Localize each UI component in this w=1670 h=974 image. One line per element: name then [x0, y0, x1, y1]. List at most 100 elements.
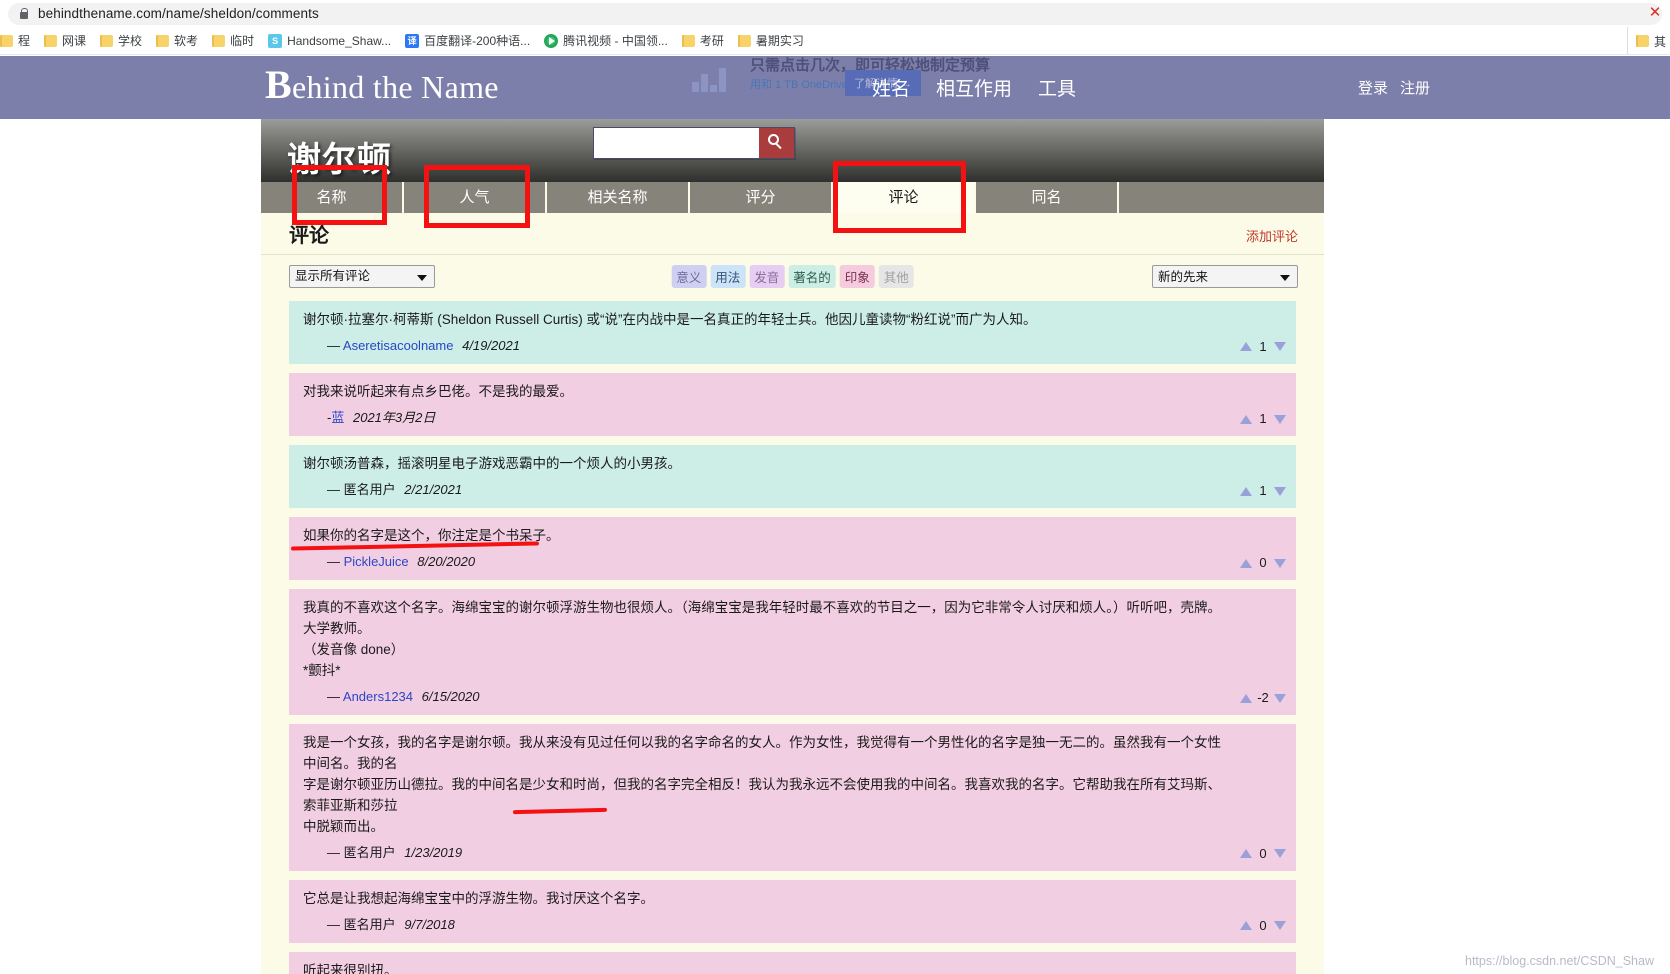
bookmark-label: 百度翻译-200种语... — [424, 34, 531, 48]
comment-text: 对我来说听起来有点乡巴佬。不是我的最爱。 — [303, 384, 573, 400]
ad-chart-icon — [690, 62, 738, 92]
page-viewport: 只需点击几次，即可轻松地制定预算 用和 1 TB OneDrive 云存储空间 … — [0, 56, 1670, 974]
comment-text: 如果你的名字是这个，你注定是个书呆子。 — [303, 528, 560, 544]
bookmark-item[interactable]: 临时 — [205, 29, 261, 53]
site-logo-text: ehind the Name — [291, 69, 499, 105]
downvote-icon[interactable] — [1274, 693, 1286, 703]
tab-namesakes[interactable]: 同名 — [976, 182, 1119, 213]
site-logo[interactable]: Behind the Name — [265, 65, 499, 106]
section-header: 评论 添加评论 — [261, 213, 1324, 255]
bookmarks-overflow[interactable]: 其 — [1626, 27, 1666, 54]
filter-select[interactable]: 显示所有评论 — [289, 264, 435, 288]
upvote-icon[interactable] — [1240, 486, 1252, 496]
sort-select-wrapper: 新的先来 — [1152, 265, 1298, 288]
comment-item: 对我来说听起来有点乡巴佬。不是我的最爱。 -蓝 2021年3月2日 1 — [289, 373, 1296, 437]
comment-byline: — PickleJuice 8/20/2020 — [303, 552, 1282, 572]
tag-impression[interactable]: 印象 — [839, 264, 875, 288]
bookmark-item[interactable]: 程 — [0, 29, 37, 53]
comment-item: 谢尔顿汤普森，摇滚明星电子游戏恶霸中的一个烦人的小男孩。 — 匿名用户 2/21… — [289, 445, 1296, 509]
comment-author[interactable]: Aseretisacoolname — [343, 338, 454, 353]
add-comment-link[interactable]: 添加评论 — [1246, 226, 1298, 245]
bookmark-item[interactable]: 暑期实习 — [731, 29, 811, 53]
comment-dash: — — [327, 844, 340, 860]
bookmark-item[interactable]: 腾讯视频 - 中国领... — [537, 29, 675, 53]
vote-count: 0 — [1259, 845, 1267, 861]
bookmark-item[interactable]: 考研 — [675, 29, 731, 53]
bookmark-item[interactable]: 网课 — [37, 29, 93, 53]
close-icon[interactable]: ✕ — [1644, 2, 1666, 24]
comment-item: 谢尔顿·拉塞尔·柯蒂斯 (Sheldon Russell Curtis) 或“说… — [289, 301, 1296, 365]
register-link[interactable]: 注册 — [1400, 77, 1430, 98]
comment-item: 如果你的名字是这个，你注定是个书呆子。 — PickleJuice 8/20/2… — [289, 517, 1296, 581]
downvote-icon[interactable] — [1274, 849, 1286, 859]
bookmark-label: 暑期实习 — [755, 34, 804, 48]
tag-meaning[interactable]: 意义 — [671, 264, 707, 288]
folder-icon — [100, 34, 114, 47]
downvote-icon[interactable] — [1274, 558, 1286, 568]
downvote-icon[interactable] — [1274, 414, 1286, 424]
search-button[interactable] — [759, 128, 794, 158]
bookmark-item[interactable]: 译 百度翻译-200种语... — [398, 29, 537, 53]
tag-other[interactable]: 其他 — [878, 264, 914, 288]
bookmark-label: 软考 — [174, 34, 199, 48]
downvote-icon[interactable] — [1274, 486, 1286, 496]
login-link[interactable]: 登录 — [1358, 77, 1388, 98]
upvote-icon[interactable] — [1240, 558, 1252, 568]
comment-author[interactable]: PickleJuice — [344, 554, 409, 569]
bookmark-item[interactable]: 学校 — [93, 29, 149, 53]
tencent-video-icon — [544, 33, 559, 48]
vote-count: -2 — [1257, 689, 1269, 705]
tab-comments[interactable]: 评论 — [833, 182, 976, 213]
page-title: 谢尔顿 — [287, 141, 392, 179]
comment-date: 4/19/2021 — [462, 337, 520, 353]
comment-author[interactable]: 蓝 — [331, 410, 344, 425]
comment-byline: — Anders1234 6/15/2020 — [303, 687, 1282, 707]
folder-icon — [156, 34, 170, 47]
nav-item-names[interactable]: 姓名 — [872, 74, 910, 101]
vote-count: 0 — [1259, 917, 1267, 933]
nav-item-tools[interactable]: 工具 — [1038, 74, 1076, 101]
comment-byline: — Aseretisacoolname 4/19/2021 — [303, 336, 1282, 356]
tag-famous[interactable]: 著名的 — [788, 264, 836, 288]
address-bar[interactable]: behindthename.com/name/sheldon/comments — [8, 2, 1662, 25]
folder-icon — [0, 34, 13, 47]
comment-item: 我是一个女孩，我的名字是谢尔顿。我从来没有见过任何以我的名字命名的女人。作为女性… — [289, 724, 1296, 871]
upvote-icon[interactable] — [1240, 342, 1252, 352]
bookmark-item[interactable]: S Handsome_Shaw... — [261, 29, 398, 53]
site-search — [593, 127, 795, 159]
downvote-icon[interactable] — [1274, 342, 1286, 352]
tag-usage[interactable]: 用法 — [710, 264, 746, 288]
tab-related-names[interactable]: 相关名称 — [547, 182, 690, 213]
site-header: 只需点击几次，即可轻松地制定预算 用和 1 TB OneDrive 云存储空间 … — [0, 56, 1670, 159]
filter-select-wrapper: 显示所有评论 — [289, 264, 435, 288]
tag-pronunciation[interactable]: 发音 — [749, 264, 785, 288]
upvote-icon[interactable] — [1240, 414, 1252, 424]
address-bar-url: behindthename.com/name/sheldon/comments — [38, 6, 319, 21]
comment-date: 2021年3月2日 — [352, 409, 436, 425]
downvote-icon[interactable] — [1274, 921, 1286, 931]
vote-control: 0 — [1240, 553, 1286, 573]
vote-count: 1 — [1259, 338, 1267, 354]
tab-popularity[interactable]: 人气 — [404, 182, 547, 213]
site-logo-initial: B — [265, 62, 292, 107]
comment-date: 8/20/2020 — [417, 554, 476, 570]
bookmark-label: 学校 — [118, 34, 143, 48]
sort-select[interactable]: 新的先来 — [1152, 265, 1298, 288]
tab-names[interactable]: 名称 — [261, 182, 404, 213]
search-input[interactable] — [594, 128, 759, 158]
comment-author[interactable]: Anders1234 — [343, 689, 413, 704]
folder-icon — [737, 34, 751, 47]
nav-item-interact[interactable]: 相互作用 — [936, 74, 1012, 101]
comment-text: 我是一个女孩，我的名字是谢尔顿。我从来没有见过任何以我的名字命名的女人。作为女性… — [303, 735, 1221, 771]
upvote-icon[interactable] — [1240, 693, 1252, 703]
comment-text-line3: *颤抖* — [303, 663, 341, 679]
comment-text: 它总是让我想起海绵宝宝中的浮游生物。我讨厌这个名字。 — [303, 890, 654, 906]
comment-dash: — — [327, 337, 340, 353]
tag-filter-bar: 意义 用法 发音 著名的 印象 其他 — [671, 264, 914, 288]
tab-ratings[interactable]: 评分 — [690, 182, 833, 213]
bookmark-item[interactable]: 软考 — [149, 29, 205, 53]
vote-count: 0 — [1259, 555, 1267, 571]
upvote-icon[interactable] — [1240, 849, 1252, 859]
upvote-icon[interactable] — [1240, 921, 1252, 931]
vote-count: 1 — [1259, 410, 1267, 426]
